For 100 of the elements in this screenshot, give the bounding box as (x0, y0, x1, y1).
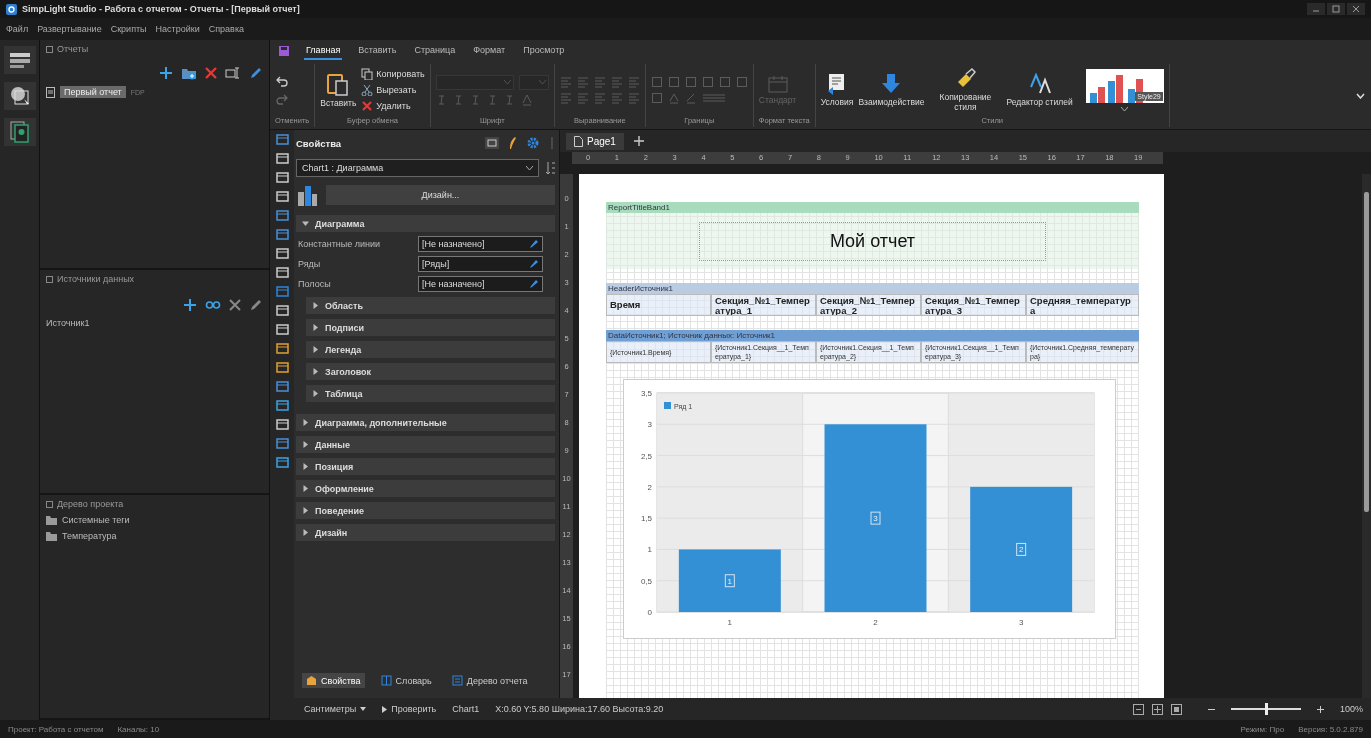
expand-arrow-icon[interactable] (312, 324, 319, 331)
section-header[interactable]: Данные (315, 439, 350, 450)
expand-arrow-icon[interactable] (302, 485, 309, 492)
expand-arrow-icon[interactable] (302, 529, 309, 536)
page-tab[interactable]: Page1 (566, 132, 624, 150)
component-icon[interactable] (275, 362, 289, 375)
expand-arrow-icon[interactable] (312, 390, 319, 397)
add-icon[interactable] (183, 298, 197, 312)
tree-item[interactable]: Температура (62, 531, 117, 541)
component-icon[interactable] (275, 172, 289, 185)
style-tool-button[interactable]: Копирование стиля (929, 68, 1002, 112)
menu-item[interactable]: Справка (208, 24, 245, 34)
tree-item[interactable]: Системные теги (62, 515, 130, 525)
column-header-cell[interactable]: Время (606, 294, 711, 316)
panel-icon[interactable] (46, 500, 53, 508)
delete-icon[interactable] (229, 299, 241, 311)
collapse-arrow-icon[interactable] (302, 220, 309, 227)
expand-arrow-icon[interactable] (312, 368, 319, 375)
component-icon[interactable] (275, 134, 289, 147)
section-header[interactable]: Область (325, 300, 363, 311)
section-header[interactable]: Таблица (325, 388, 363, 399)
monitor-pointer-icon[interactable] (8, 85, 31, 107)
report-item[interactable]: Первый отчет (60, 86, 126, 98)
section-header[interactable]: Подписи (325, 322, 365, 333)
ribbon-tab[interactable]: Формат (471, 42, 508, 60)
section-header[interactable]: Оформление (315, 483, 374, 494)
component-icon[interactable] (275, 305, 289, 318)
property-value-field[interactable]: [Не назначено] (418, 275, 543, 292)
design-button[interactable]: Дизайн... (326, 185, 555, 205)
column-header-cell[interactable]: Средняя_температура (1026, 294, 1139, 316)
section-header[interactable]: Дизайн (315, 527, 348, 538)
collapse-ribbon-icon[interactable] (1356, 92, 1365, 99)
component-icon[interactable] (275, 229, 289, 242)
copy-icon[interactable] (361, 68, 374, 80)
expand-arrow-icon[interactable] (312, 302, 319, 309)
edit-icon[interactable] (529, 278, 539, 289)
clipboard-action-button[interactable]: Удалить (361, 100, 425, 112)
caret-icon[interactable] (1121, 106, 1129, 112)
feather-icon[interactable] (509, 137, 517, 149)
delete-icon[interactable] (361, 100, 374, 112)
ribbon-tab[interactable]: Страница (412, 42, 458, 60)
zoom-slider-thumb[interactable] (1264, 703, 1268, 715)
data-source-item[interactable]: Источник1 (46, 318, 90, 328)
folder-add-icon[interactable] (181, 66, 197, 80)
section-header[interactable]: Поведение (315, 505, 365, 516)
view-icon[interactable] (1132, 703, 1144, 715)
component-icon[interactable] (275, 286, 289, 299)
panel-icon[interactable] (46, 45, 53, 53)
panel-icon[interactable] (46, 275, 53, 283)
component-icon[interactable] (275, 400, 289, 413)
style-tool-button[interactable]: Условия (820, 72, 854, 108)
ribbon-tab[interactable]: Главная (304, 42, 343, 60)
component-icon[interactable] (275, 457, 289, 470)
sort-icon[interactable] (545, 161, 555, 175)
component-icon[interactable] (275, 248, 289, 261)
component-icon[interactable] (275, 438, 289, 451)
style-tool-button[interactable]: Взаимодействие (858, 72, 925, 108)
style-tool-button[interactable]: Редактор стилей (1006, 72, 1073, 108)
report-pages-icon[interactable] (9, 121, 30, 143)
ribbon-tab[interactable]: Просмотр (521, 42, 567, 60)
grid-view-icon[interactable] (485, 137, 499, 149)
clipboard-action-button[interactable]: Копировать (361, 68, 425, 80)
delete-icon[interactable] (205, 67, 217, 79)
clipboard-action-button[interactable]: Вырезать (361, 84, 425, 96)
band-header[interactable]: HeaderИсточник1 (606, 283, 1139, 294)
panel-tab[interactable]: Дерево отчета (447, 673, 532, 688)
report-title[interactable]: Мой отчет (698, 221, 1047, 261)
cut-icon[interactable] (361, 84, 374, 96)
dashboard-icon[interactable] (8, 51, 31, 69)
panel-tab[interactable]: Словарь (376, 673, 436, 688)
section-header[interactable]: Легенда (325, 344, 362, 355)
component-icon[interactable] (275, 419, 289, 432)
edit-icon[interactable] (249, 66, 263, 80)
component-icon[interactable] (275, 210, 289, 223)
edit-icon[interactable] (529, 238, 539, 249)
section-header[interactable]: Заголовок (325, 366, 372, 377)
ribbon-tab[interactable]: Вставить (356, 42, 399, 60)
component-icon[interactable] (275, 191, 289, 204)
paste-button[interactable]: Вставить (320, 71, 357, 109)
property-value-field[interactable]: [Ряды] (418, 255, 543, 272)
component-icon[interactable] (275, 267, 289, 280)
undo-icon[interactable] (275, 74, 289, 88)
expand-arrow-icon[interactable] (302, 419, 309, 426)
band-header[interactable]: ReportTitleBand1 (606, 202, 1139, 213)
menu-item[interactable]: Скрипты (110, 24, 147, 34)
add-icon[interactable] (159, 66, 173, 80)
component-icon[interactable] (275, 324, 289, 337)
close-icon[interactable] (1347, 3, 1365, 15)
component-icon[interactable] (275, 381, 289, 394)
menu-item[interactable]: Файл (6, 24, 29, 34)
panel-tab[interactable]: Свойства (302, 673, 365, 688)
edit-icon[interactable] (249, 298, 263, 312)
menu-item[interactable]: Настройки (155, 24, 200, 34)
check-button[interactable]: Проверить (382, 704, 437, 714)
object-dropdown[interactable]: Chart1 : Диаграмма (296, 159, 539, 177)
link-icon[interactable] (205, 300, 221, 310)
add-page-icon[interactable] (633, 136, 644, 146)
expand-arrow-icon[interactable] (312, 346, 319, 353)
units-dropdown[interactable]: Сантиметры (304, 704, 367, 714)
scrollbar[interactable] (1362, 174, 1371, 698)
